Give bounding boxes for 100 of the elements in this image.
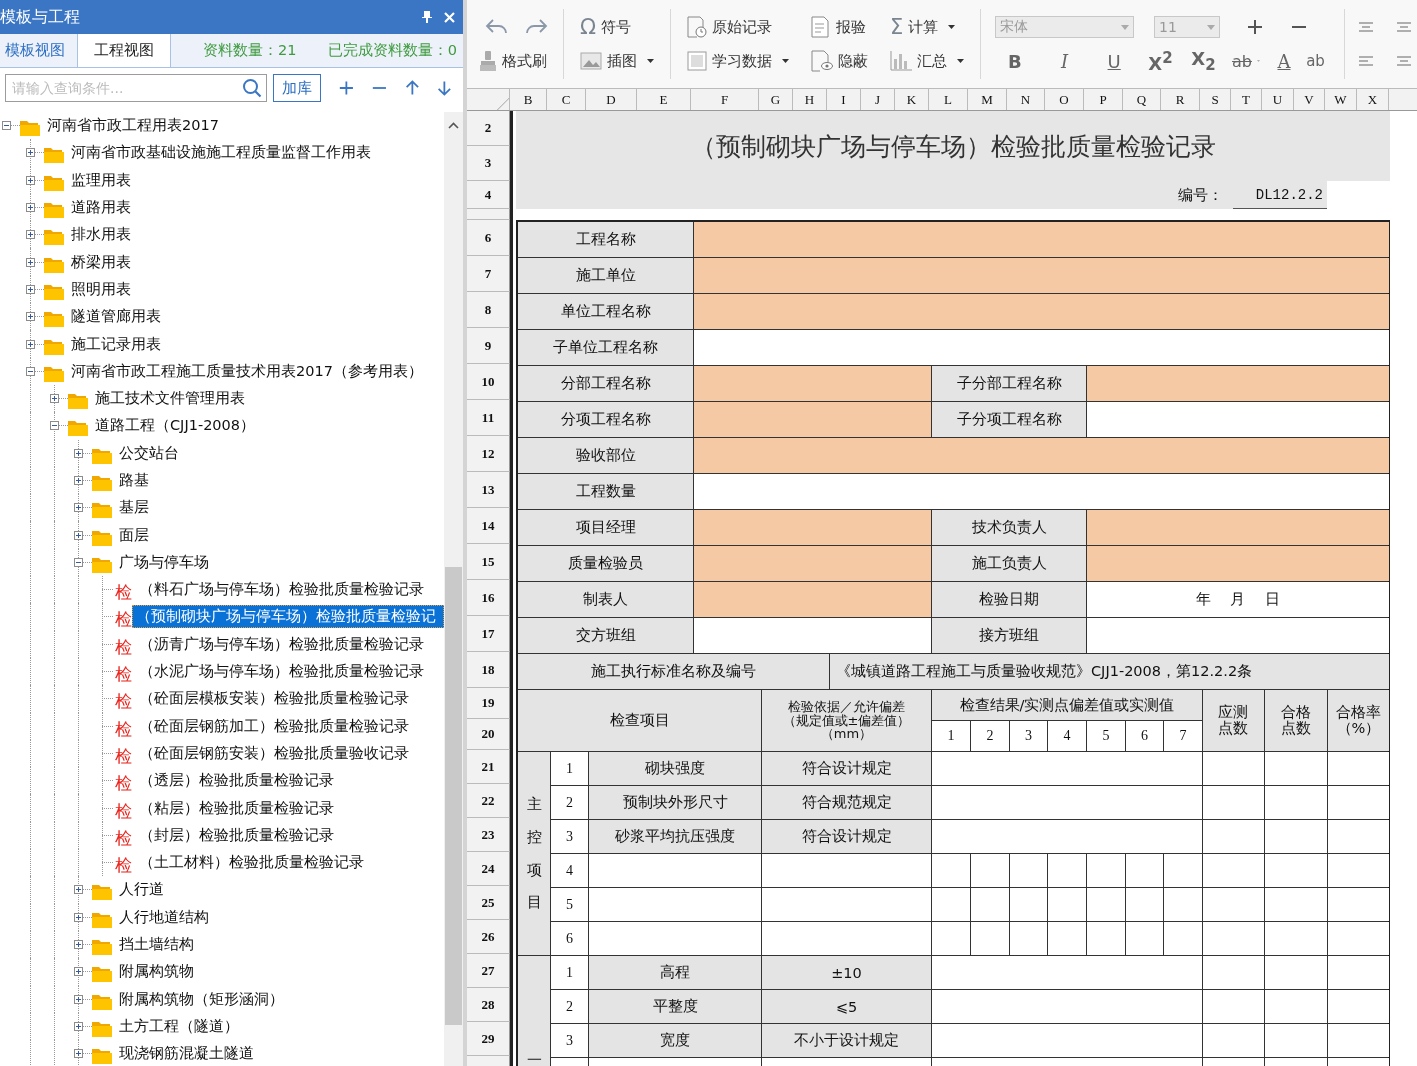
subscript-button[interactable]: X$_{2}$: [1187, 48, 1220, 74]
column-header[interactable]: P: [1084, 89, 1123, 110]
column-header[interactable]: Q: [1123, 89, 1161, 110]
tree-item[interactable]: 施工记录用表: [67, 332, 165, 356]
summary-button[interactable]: 汇总: [888, 51, 966, 71]
row-header[interactable]: 7: [467, 256, 510, 292]
tree-item[interactable]: （预制砌块广场与停车场）检验批质量检验记: [132, 605, 444, 629]
tree-item[interactable]: 广场与停车场: [115, 550, 213, 574]
tree-item[interactable]: 公交站台: [115, 441, 183, 465]
underline-button[interactable]: U: [1094, 50, 1134, 72]
tree-item[interactable]: 河南省市政工程施工质量技术用表2017（参考用表）: [67, 359, 427, 383]
tree-item[interactable]: （料石广场与停车场）检验批质量检验记录: [135, 578, 428, 602]
row-header[interactable]: 13: [467, 472, 510, 508]
row-header[interactable]: 12: [467, 436, 510, 472]
row-header[interactable]: 2: [467, 111, 510, 146]
row-header[interactable]: 28: [467, 988, 510, 1022]
row-header[interactable]: 22: [467, 784, 510, 818]
tree-item[interactable]: 挡土墙结构: [115, 933, 198, 957]
bold-button[interactable]: B: [995, 50, 1035, 72]
tree-item[interactable]: 道路工程（CJJ1-2008）: [91, 414, 260, 438]
format-painter-button[interactable]: 格式刷: [477, 51, 549, 71]
row-header[interactable]: 14: [467, 508, 510, 544]
row-header[interactable]: 11: [467, 400, 510, 436]
column-header[interactable]: S: [1200, 89, 1231, 110]
column-header[interactable]: F: [691, 89, 759, 110]
italic-button[interactable]: I: [1044, 50, 1085, 72]
tree-item[interactable]: 基层: [115, 496, 153, 520]
row-header[interactable]: 3: [467, 146, 510, 181]
tree-item[interactable]: 人行道: [115, 878, 168, 902]
tree-item[interactable]: （砼面层钢筋加工）检验批质量检验记录: [135, 714, 413, 738]
tree-item[interactable]: 隧道管廊用表: [67, 305, 165, 329]
tree-item[interactable]: 照明用表: [67, 277, 135, 301]
row-header[interactable]: 8: [467, 292, 510, 328]
column-header[interactable]: W: [1325, 89, 1357, 110]
row-header[interactable]: 16: [467, 580, 510, 616]
tree-item[interactable]: （粘层）检验批质量检验记录: [135, 796, 338, 820]
row-header[interactable]: 17: [467, 616, 510, 652]
column-header[interactable]: V: [1294, 89, 1325, 110]
row-header[interactable]: 23: [467, 818, 510, 852]
tree-item[interactable]: 排水用表: [67, 223, 135, 247]
row-header[interactable]: 15: [467, 544, 510, 580]
tree-item[interactable]: 河南省市政工程用表2017: [43, 114, 223, 138]
column-header[interactable]: C: [547, 89, 586, 110]
column-header[interactable]: L: [929, 89, 968, 110]
tree-item[interactable]: 土方工程（隧道）: [115, 1014, 243, 1038]
column-header[interactable]: N: [1007, 89, 1045, 110]
row-header[interactable]: 25: [467, 886, 510, 920]
row-header[interactable]: 20: [467, 719, 510, 750]
tree-item[interactable]: 人行地道结构: [115, 905, 213, 929]
tree-item[interactable]: （水泥广场与停车场）检验批质量检验记录: [135, 660, 428, 684]
font-color-button[interactable]: A: [1272, 50, 1296, 72]
calculate-button[interactable]: Σ 计算: [888, 15, 966, 39]
row-header[interactable]: 27: [467, 954, 510, 988]
column-header[interactable]: U: [1262, 89, 1294, 110]
insert-picture-button[interactable]: 插图: [578, 51, 656, 71]
column-header[interactable]: H: [793, 89, 827, 110]
column-header[interactable]: M: [968, 89, 1007, 110]
tree-item[interactable]: 监理用表: [67, 168, 135, 192]
wrap-text-button[interactable]: ab: [1306, 55, 1330, 67]
original-record-button[interactable]: 原始记录: [685, 16, 791, 38]
tree-item[interactable]: （砼面层模板安装）检验批质量检验记录: [135, 687, 413, 711]
tree-item[interactable]: （透层）检验批质量检验记录: [135, 769, 338, 793]
row-header[interactable]: 18: [467, 652, 510, 688]
tree-item[interactable]: （土工材料）检验批质量检验记录: [135, 851, 368, 875]
concealed-button[interactable]: 隐蔽: [809, 50, 870, 72]
column-header[interactable]: T: [1231, 89, 1262, 110]
inspection-button[interactable]: 报验: [809, 16, 870, 38]
view-tab[interactable]: 工程视图: [78, 34, 171, 67]
add-button[interactable]: 加库: [273, 74, 321, 102]
row-header[interactable]: 29: [467, 1022, 510, 1056]
tree-item[interactable]: 道路用表: [67, 196, 135, 220]
strikethrough-button[interactable]: ab: [1230, 51, 1262, 71]
tree-item[interactable]: 附属构筑物: [115, 960, 198, 984]
row-header[interactable]: 9: [467, 328, 510, 364]
column-header[interactable]: D: [586, 89, 637, 110]
column-header[interactable]: G: [759, 89, 793, 110]
column-header[interactable]: R: [1161, 89, 1200, 110]
tree-item[interactable]: 路基: [115, 469, 153, 492]
tree-item[interactable]: 面层: [115, 523, 153, 547]
tree-item[interactable]: （封层）检验批质量检验记录: [135, 823, 338, 847]
column-header[interactable]: B: [510, 89, 547, 110]
row-header[interactable]: 4: [467, 181, 510, 209]
column-header[interactable]: O: [1045, 89, 1084, 110]
study-data-button[interactable]: 学习数据: [685, 51, 791, 71]
tree-item[interactable]: 桥梁用表: [67, 250, 135, 274]
row-header[interactable]: 19: [467, 688, 510, 719]
row-header[interactable]: 21: [467, 750, 510, 784]
tree-item[interactable]: （沥青广场与停车场）检验批质量检验记录: [135, 632, 428, 656]
column-header[interactable]: I: [827, 89, 861, 110]
column-header[interactable]: J: [861, 89, 895, 110]
superscript-button[interactable]: X$^{2}$: [1144, 48, 1177, 74]
tree-item[interactable]: （砼面层钢筋安装）检验批质量验收记录: [135, 741, 413, 765]
column-header[interactable]: X: [1357, 89, 1389, 110]
row-header[interactable]: 6: [467, 220, 510, 256]
column-header[interactable]: E: [637, 89, 691, 110]
tree-item[interactable]: 现浇钢筋混凝土隧道: [115, 1042, 258, 1066]
symbol-button[interactable]: Ω 符号: [578, 15, 656, 39]
row-header[interactable]: 10: [467, 364, 510, 400]
tree-item[interactable]: 附属构筑物（矩形涵洞）: [115, 987, 288, 1011]
row-header[interactable]: 24: [467, 852, 510, 886]
